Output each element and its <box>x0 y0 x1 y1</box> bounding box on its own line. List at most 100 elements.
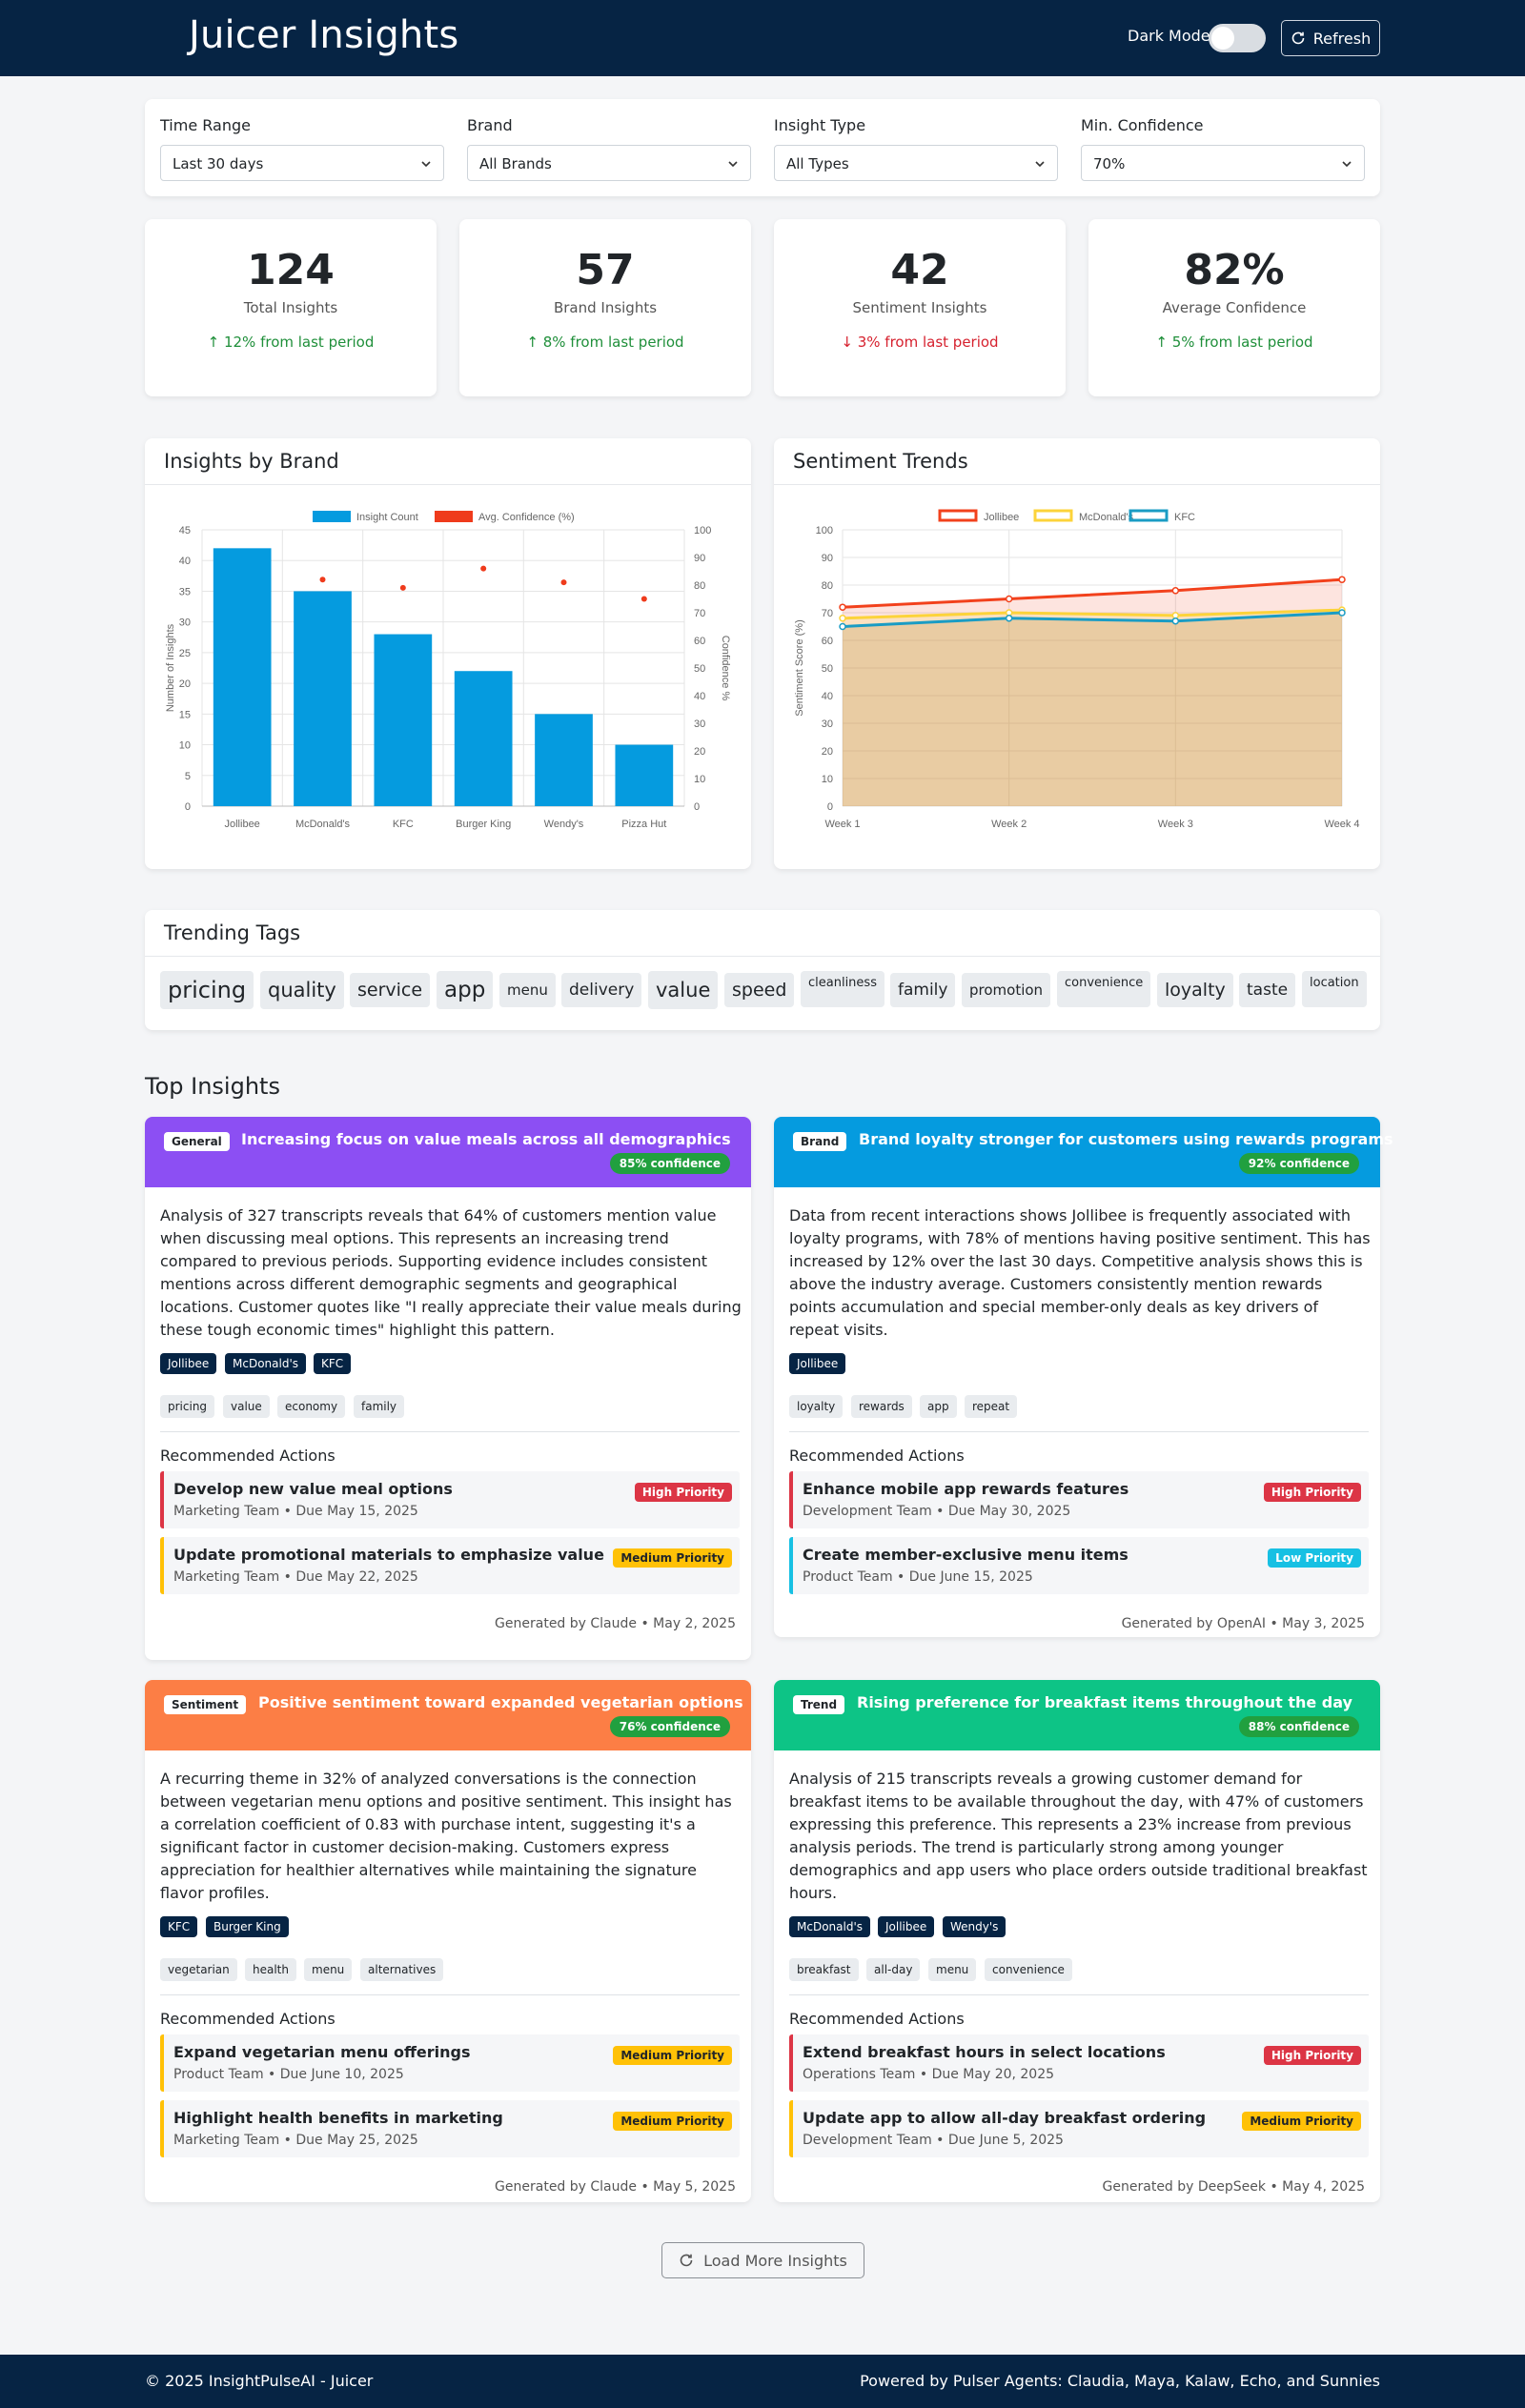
keyword-chip[interactable]: value <box>223 1395 270 1418</box>
brand-chip[interactable]: Jollibee <box>160 1353 217 1374</box>
y2-tick-label: 90 <box>694 553 705 564</box>
trending-tags-title: Trending Tags <box>164 921 301 944</box>
recommended-action[interactable]: Develop new value meal options Marketing … <box>160 1471 740 1528</box>
insight-title[interactable]: Positive sentiment toward expanded veget… <box>258 1693 743 1711</box>
action-meta: Product Team • Due June 10, 2025 <box>173 2067 404 2082</box>
insight-title[interactable]: Rising preference for breakfast items th… <box>857 1693 1352 1711</box>
trending-tag[interactable]: promotion <box>962 973 1051 1007</box>
y-tick-label: 35 <box>179 586 191 597</box>
recommended-action[interactable]: Expand vegetarian menu offerings Product … <box>160 2034 740 2092</box>
trending-tag[interactable]: pricing <box>160 971 254 1009</box>
filter-select[interactable]: All Brands <box>467 145 751 181</box>
insight-title[interactable]: Brand loyalty stronger for customers usi… <box>859 1130 1393 1148</box>
insight-card: Brand Brand loyalty stronger for customer… <box>774 1117 1393 1637</box>
recommended-action[interactable]: Enhance mobile app rewards features Devel… <box>789 1471 1369 1528</box>
trending-tag[interactable]: quality <box>260 971 344 1009</box>
trending-tag[interactable]: value <box>648 971 719 1009</box>
y-axis-label: Number of Insights <box>165 623 176 712</box>
keyword-chip[interactable]: alternatives <box>360 1958 444 1981</box>
stat-change: ↓ 3% from last period <box>774 334 1066 351</box>
confidence-badge: 92% confidence <box>1238 1153 1359 1174</box>
filter-select[interactable]: All Types <box>774 145 1058 181</box>
data-point <box>1171 617 1180 625</box>
generated-by: Generated by Claude • May 2, 2025 <box>495 1616 736 1631</box>
top-insights-title: Top Insights <box>145 1073 280 1100</box>
brand-chip[interactable]: KFC <box>160 1916 198 1937</box>
x-tick-label: Week 3 <box>1158 819 1193 830</box>
filters-card: Time Range Last 30 days Brand All Brands Ins… <box>145 99 1380 196</box>
brand-chip[interactable]: McDonald's <box>789 1916 870 1937</box>
keyword-chip[interactable]: health <box>245 1958 296 1981</box>
trending-tag[interactable]: menu <box>499 973 556 1007</box>
keyword-chip[interactable]: vegetarian <box>160 1958 237 1981</box>
stat-value: 124 <box>247 246 335 294</box>
keyword-chip[interactable]: repeat <box>965 1395 1018 1418</box>
keyword-chip[interactable]: family <box>354 1395 405 1418</box>
legend-swatch <box>435 511 473 522</box>
trending-tag[interactable]: family <box>890 973 956 1007</box>
trending-tag[interactable]: convenience <box>1057 971 1151 1007</box>
refresh-icon <box>680 2254 693 2267</box>
y-tick-label: 10 <box>179 740 191 752</box>
recommended-action[interactable]: Create member-exclusive menu items Produc… <box>789 1537 1369 1594</box>
insight-title[interactable]: Increasing focus on value meals across a… <box>241 1130 731 1148</box>
keyword-chip[interactable]: loyalty <box>789 1395 844 1418</box>
y-tick-label: 40 <box>822 691 833 702</box>
trending-tag[interactable]: cleanliness <box>801 971 884 1007</box>
keyword-chip[interactable]: app <box>920 1395 957 1418</box>
keyword-chip[interactable]: menu <box>928 1958 977 1981</box>
trending-tag[interactable]: speed <box>724 973 795 1007</box>
brand-chip[interactable]: Burger King <box>206 1916 289 1937</box>
keyword-chip[interactable]: all-day <box>866 1958 921 1981</box>
insight-header: Brand Brand loyalty stronger for customer… <box>774 1117 1393 1187</box>
recommended-action[interactable]: Extend breakfast hours in select locatio… <box>789 2034 1369 2092</box>
filter-select[interactable]: 70% <box>1081 145 1365 181</box>
generated-by: Generated by OpenAI • May 3, 2025 <box>1121 1616 1365 1631</box>
brand-chip[interactable]: Jollibee <box>878 1916 935 1937</box>
action-title: Create member-exclusive menu items <box>803 1546 1128 1564</box>
stat-card: 42 Sentiment Insights ↓ 3% from last perio… <box>774 219 1066 396</box>
priority-badge: High Priority <box>1263 2046 1361 2065</box>
keyword-chip[interactable]: convenience <box>985 1958 1072 1981</box>
recommended-actions-title: Recommended Actions <box>789 1447 965 1465</box>
trending-tag[interactable]: loyalty <box>1157 973 1233 1007</box>
keyword-chip[interactable]: pricing <box>160 1395 215 1418</box>
brand-chip[interactable]: Wendy's <box>943 1916 1006 1937</box>
filter-label: Insight Type <box>774 116 866 134</box>
y2-tick-label: 20 <box>694 746 705 758</box>
filter-label: Time Range <box>160 116 251 134</box>
dark-mode-toggle[interactable] <box>1209 24 1266 52</box>
recommended-action[interactable]: Update promotional materials to emphasiz… <box>160 1537 740 1594</box>
brand-chip[interactable]: Jollibee <box>789 1353 846 1374</box>
legend-label: McDonald's <box>1079 512 1134 523</box>
brand-chip[interactable]: KFC <box>314 1353 352 1374</box>
load-more-button[interactable]: Load More Insights <box>661 2242 864 2278</box>
y-tick-label: 30 <box>822 718 833 730</box>
trending-tag[interactable]: delivery <box>561 973 642 1007</box>
priority-badge: Low Priority <box>1268 1548 1361 1568</box>
refresh-icon <box>1291 31 1305 45</box>
trending-tag[interactable]: location <box>1302 971 1367 1007</box>
keyword-chip[interactable]: breakfast <box>789 1958 859 1981</box>
recommended-action[interactable]: Highlight health benefits in marketing Ma… <box>160 2100 740 2157</box>
insight-description: A recurring theme in 32% of analyzed con… <box>160 1770 732 1902</box>
refresh-button[interactable]: Refresh <box>1281 20 1380 56</box>
keyword-chip[interactable]: economy <box>277 1395 346 1418</box>
brand-chip[interactable]: McDonald's <box>225 1353 306 1374</box>
recommended-action[interactable]: Update app to allow all-day breakfast or… <box>789 2100 1369 2157</box>
footer-credits: Powered by Pulser Agents: Claudia, Maya,… <box>860 2372 1380 2390</box>
data-point <box>1338 576 1346 583</box>
toggle-knob <box>1211 27 1234 50</box>
trending-tag[interactable]: service <box>350 973 431 1007</box>
action-title: Update promotional materials to emphasiz… <box>173 1546 604 1564</box>
keyword-chip[interactable]: menu <box>304 1958 353 1981</box>
filter-select[interactable]: Last 30 days <box>160 145 444 181</box>
priority-badge: Medium Priority <box>613 1548 732 1568</box>
trending-tag[interactable]: taste <box>1239 973 1296 1007</box>
trending-tag[interactable]: app <box>437 971 494 1009</box>
y-tick-label: 30 <box>179 617 191 629</box>
insight-type-badge: Brand <box>793 1132 847 1151</box>
y-tick-label: 60 <box>822 636 833 647</box>
sentiment-chart-card: Sentiment Trends Jollibee McDonald's KFC 0 1… <box>774 438 1380 869</box>
keyword-chip[interactable]: rewards <box>851 1395 912 1418</box>
